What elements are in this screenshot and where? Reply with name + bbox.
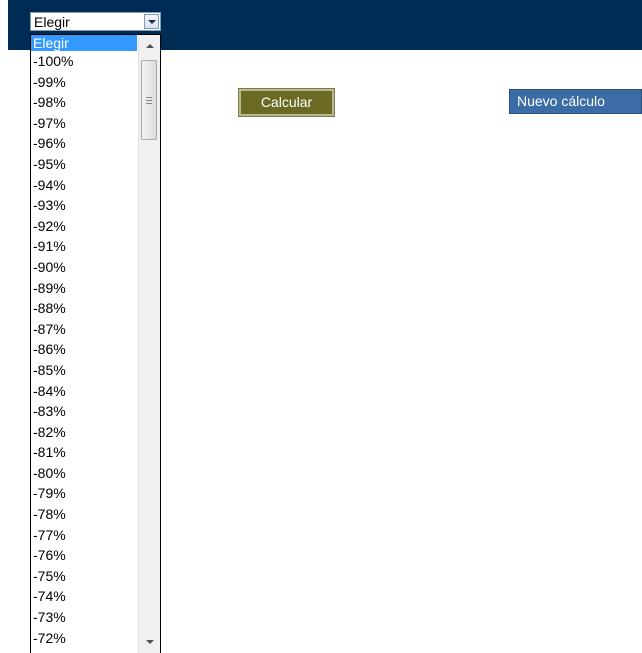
select-option[interactable]: -75% — [31, 566, 137, 587]
select-option[interactable]: -77% — [31, 525, 137, 546]
select-option[interactable]: -98% — [31, 92, 137, 113]
select-option[interactable]: -89% — [31, 278, 137, 299]
scroll-up-arrow-icon[interactable] — [139, 37, 160, 55]
select-option[interactable]: -83% — [31, 401, 137, 422]
calcular-button[interactable]: Calcular — [238, 88, 335, 117]
select-option[interactable]: -85% — [31, 360, 137, 381]
select-option[interactable]: -87% — [31, 319, 137, 340]
select-option[interactable]: -90% — [31, 257, 137, 278]
select-option[interactable]: -82% — [31, 422, 137, 443]
select-option[interactable]: -73% — [31, 607, 137, 628]
select-option[interactable]: -93% — [31, 195, 137, 216]
scroll-thumb[interactable] — [141, 60, 157, 140]
select-dropdown-list[interactable]: Elegir -100% -99% -98% -97% -96% -95% -94% -93% -… — [30, 34, 161, 653]
select-option[interactable]: -76% — [31, 545, 137, 566]
page: Elegir Elegir -100% -99% -98% -97% -96% -95% -9… — [0, 0, 642, 653]
percentage-select[interactable]: Elegir — [30, 12, 161, 31]
select-current-value: Elegir — [34, 14, 70, 30]
select-option[interactable]: -95% — [31, 154, 137, 175]
select-option[interactable]: -97% — [31, 113, 137, 134]
select-option[interactable]: -99% — [31, 72, 137, 93]
select-option[interactable]: -88% — [31, 298, 137, 319]
option-list: Elegir -100% -99% -98% -97% -96% -95% -94% -93% -… — [31, 35, 137, 648]
select-option[interactable]: -86% — [31, 339, 137, 360]
select-option[interactable]: -92% — [31, 216, 137, 237]
nuevo-calculo-button[interactable]: Nuevo cálculo — [509, 89, 642, 114]
select-option[interactable]: -96% — [31, 133, 137, 154]
select-option[interactable]: -84% — [31, 381, 137, 402]
select-option[interactable]: -72% — [31, 628, 137, 649]
select-option[interactable]: -74% — [31, 586, 137, 607]
dropdown-scrollbar[interactable] — [138, 35, 160, 653]
select-option[interactable]: Elegir — [31, 35, 137, 51]
select-option[interactable]: -81% — [31, 442, 137, 463]
select-option[interactable]: -91% — [31, 236, 137, 257]
scroll-down-arrow-icon[interactable] — [139, 633, 160, 651]
select-option[interactable]: -78% — [31, 504, 137, 525]
chevron-down-icon[interactable] — [144, 14, 159, 29]
select-option[interactable]: -79% — [31, 483, 137, 504]
select-option[interactable]: -100% — [31, 51, 137, 72]
select-option[interactable]: -94% — [31, 175, 137, 196]
select-option[interactable]: -80% — [31, 463, 137, 484]
